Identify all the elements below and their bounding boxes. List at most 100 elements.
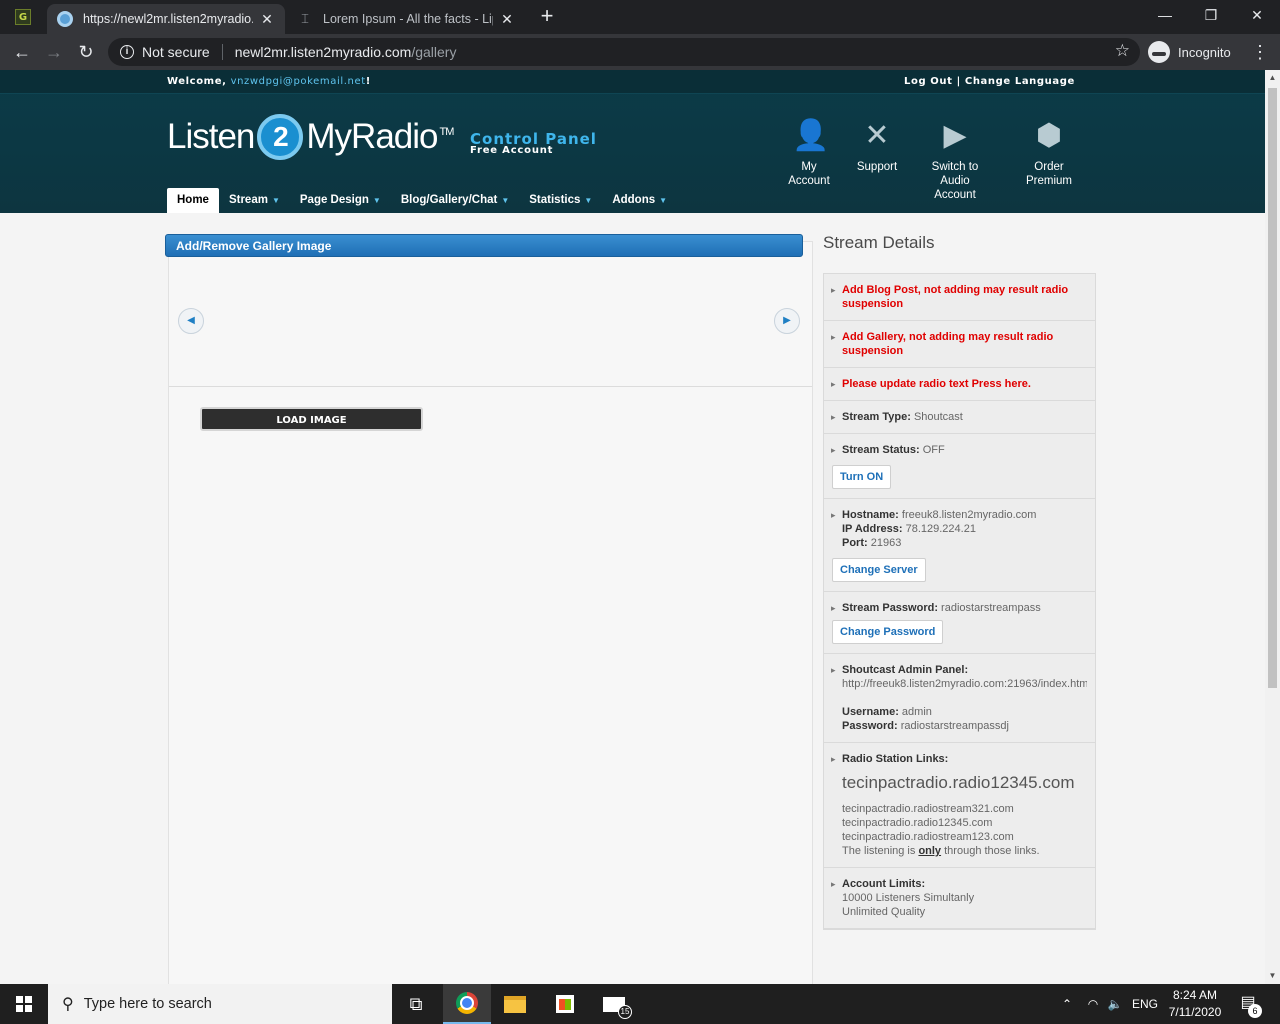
my-account-link[interactable]: 👤 My Account: [786, 118, 832, 188]
extension-icon: G: [15, 9, 31, 25]
show-hidden-icons[interactable]: ⌃: [1056, 984, 1078, 1024]
switch-label-2: Audio: [940, 175, 970, 187]
order-premium-link[interactable]: ⬢ Order Premium: [1020, 118, 1078, 188]
tab-title: Lorem Ipsum - All the facts - Lips: [323, 12, 493, 26]
carousel-next-icon[interactable]: ▶: [774, 308, 800, 334]
info-icon[interactable]: i: [120, 45, 134, 59]
change-password-button[interactable]: Change Password: [832, 620, 944, 644]
tab-gallery[interactable]: https://newl2mr.listen2myradio.c ✕: [47, 4, 285, 34]
incognito-label: Incognito: [1178, 44, 1231, 60]
new-tab-button[interactable]: +: [535, 5, 559, 29]
chrome-taskbar-button[interactable]: [443, 984, 491, 1024]
tab-lorem-ipsum[interactable]: ⌶ Lorem Ipsum - All the facts - Lips ✕: [287, 4, 525, 34]
file-explorer-button[interactable]: [491, 984, 539, 1024]
tools-icon: ✕: [864, 119, 890, 152]
restore-button[interactable]: ❐: [1188, 0, 1234, 30]
stream-password-label: Stream Password:: [842, 602, 938, 614]
welcome-prefix: Welcome,: [167, 76, 227, 87]
turn-on-button[interactable]: Turn ON: [832, 465, 892, 489]
reload-icon[interactable]: ↻: [74, 40, 98, 64]
start-button[interactable]: [0, 984, 48, 1024]
site-logo[interactable]: Listen 2 MyRadio TM: [167, 114, 454, 160]
nav-addons[interactable]: Addons ▼: [602, 188, 677, 213]
gallery-panel: [168, 241, 813, 984]
hostname-value: freeuk8.listen2myradio.com: [901, 509, 1037, 521]
address-bar[interactable]: i Not secure newl2mr.listen2myradio.com /…: [108, 38, 1140, 66]
tab-title: https://newl2mr.listen2myradio.c: [83, 12, 253, 26]
mail-button[interactable]: 15: [590, 984, 638, 1024]
stream-type-row: Stream Type: Shoutcast: [824, 401, 1095, 434]
incognito-indicator[interactable]: Incognito: [1148, 38, 1231, 66]
admin-password-value: radiostarstreampassdj: [900, 720, 1009, 732]
mail-badge: 15: [618, 1005, 632, 1019]
change-server-button[interactable]: Change Server: [832, 558, 926, 582]
task-view-icon[interactable]: ⧉: [392, 984, 440, 1024]
ip-value: 78.129.224.21: [905, 523, 976, 535]
close-window-button[interactable]: ✕: [1234, 0, 1280, 30]
gallery-panel-title: Add/Remove Gallery Image: [165, 234, 803, 257]
wifi-icon[interactable]: ◠: [1082, 984, 1104, 1024]
warning-radio-text[interactable]: Please update radio text Press here.: [842, 378, 1031, 390]
scroll-down-icon[interactable]: ▼: [1265, 968, 1280, 984]
switch-audio-link[interactable]: ▶ Switch to Audio Account: [925, 118, 985, 202]
logo-text-left: Listen: [167, 117, 255, 156]
warning-gallery-row[interactable]: Add Gallery, not adding may result radio…: [824, 321, 1095, 368]
listening-pre: The listening is: [842, 845, 916, 857]
station-link-3[interactable]: tecinpactradio.radiostream123.com: [842, 830, 1087, 844]
warning-text-row[interactable]: Please update radio text Press here.: [824, 368, 1095, 401]
tab-close-icon[interactable]: ✕: [499, 11, 515, 28]
nav-page-design-label: Page Design: [299, 194, 369, 206]
browser-menu-icon[interactable]: ⋮: [1250, 40, 1270, 64]
notification-center-icon[interactable]: ▤ 6: [1236, 992, 1262, 1018]
ip-label: IP Address:: [842, 523, 903, 535]
nav-stream[interactable]: Stream ▼: [219, 188, 290, 213]
pinned-tab[interactable]: G: [0, 0, 46, 34]
scroll-up-icon[interactable]: ▲: [1265, 70, 1280, 86]
load-image-button[interactable]: LOAD IMAGE: [200, 407, 423, 431]
logo-text-right: MyRadio: [306, 117, 438, 156]
account-limits-label: Account Limits:: [842, 878, 926, 890]
play-icon: ▶: [943, 119, 967, 152]
forward-arrow-icon[interactable]: →: [42, 40, 66, 64]
taskbar-search-box[interactable]: ⚲ Type here to search: [48, 984, 392, 1024]
admin-password-label: Password:: [842, 720, 898, 732]
server-info-row: Hostname: freeuk8.listen2myradio.com IP …: [824, 499, 1095, 592]
back-arrow-icon[interactable]: ←: [10, 40, 34, 64]
main-station-link[interactable]: tecinpactradio.radio12345.com: [842, 774, 1087, 791]
warning-gallery-text[interactable]: Add Gallery, not adding may result radio…: [842, 331, 1053, 357]
my-account-label-2: Account: [788, 175, 830, 187]
page-scrollbar[interactable]: ▲ ▼: [1265, 70, 1280, 984]
store-button[interactable]: [541, 984, 589, 1024]
admin-panel-url[interactable]: http://freeuk8.listen2myradio.com:21963/…: [842, 677, 1087, 691]
switch-label-1: Switch to: [931, 161, 979, 173]
logout-change-language-links[interactable]: Log Out | Change Language: [904, 76, 1075, 87]
station-link-2[interactable]: tecinpactradio.radio12345.com: [842, 816, 1087, 830]
lorem-favicon-icon: ⌶: [301, 11, 309, 26]
nav-home[interactable]: Home: [167, 188, 219, 213]
scrollbar-thumb[interactable]: [1268, 88, 1277, 688]
quality-limit: Unlimited Quality: [842, 906, 926, 918]
nav-blog-gallery-chat[interactable]: Blog/Gallery/Chat ▼: [391, 188, 519, 213]
tab-close-icon[interactable]: ✕: [259, 11, 275, 28]
port-value: 21963: [870, 537, 902, 549]
listening-note: The listening is only through those link…: [842, 844, 1087, 858]
warning-blog-text[interactable]: Add Blog Post, not adding may result rad…: [842, 284, 1068, 310]
nav-blog-label: Blog/Gallery/Chat: [400, 194, 498, 206]
nav-page-design[interactable]: Page Design ▼: [290, 188, 391, 213]
minimize-button[interactable]: —: [1142, 0, 1188, 30]
username-label: Username:: [842, 706, 899, 718]
carousel-prev-icon[interactable]: ◀: [178, 308, 204, 334]
warning-blog-row[interactable]: Add Blog Post, not adding may result rad…: [824, 274, 1095, 321]
welcome-text: Welcome, vnzwdpgi@pokemail.net!: [167, 76, 371, 87]
nav-statistics[interactable]: Statistics ▼: [519, 188, 602, 213]
hostname-label: Hostname:: [842, 509, 899, 521]
chevron-down-icon: ▼: [659, 196, 668, 205]
station-link-1[interactable]: tecinpactradio.radiostream321.com: [842, 802, 1087, 816]
listening-post: through those links.: [944, 845, 1040, 857]
bookmark-star-icon[interactable]: ☆: [1115, 41, 1130, 61]
switch-label-3: Account: [934, 189, 976, 201]
volume-icon[interactable]: 🔈: [1104, 984, 1126, 1024]
support-link[interactable]: ✕ Support: [852, 118, 902, 174]
language-indicator[interactable]: ENG: [1130, 984, 1160, 1024]
taskbar-clock[interactable]: 8:24 AM 7/11/2020: [1160, 987, 1230, 1021]
